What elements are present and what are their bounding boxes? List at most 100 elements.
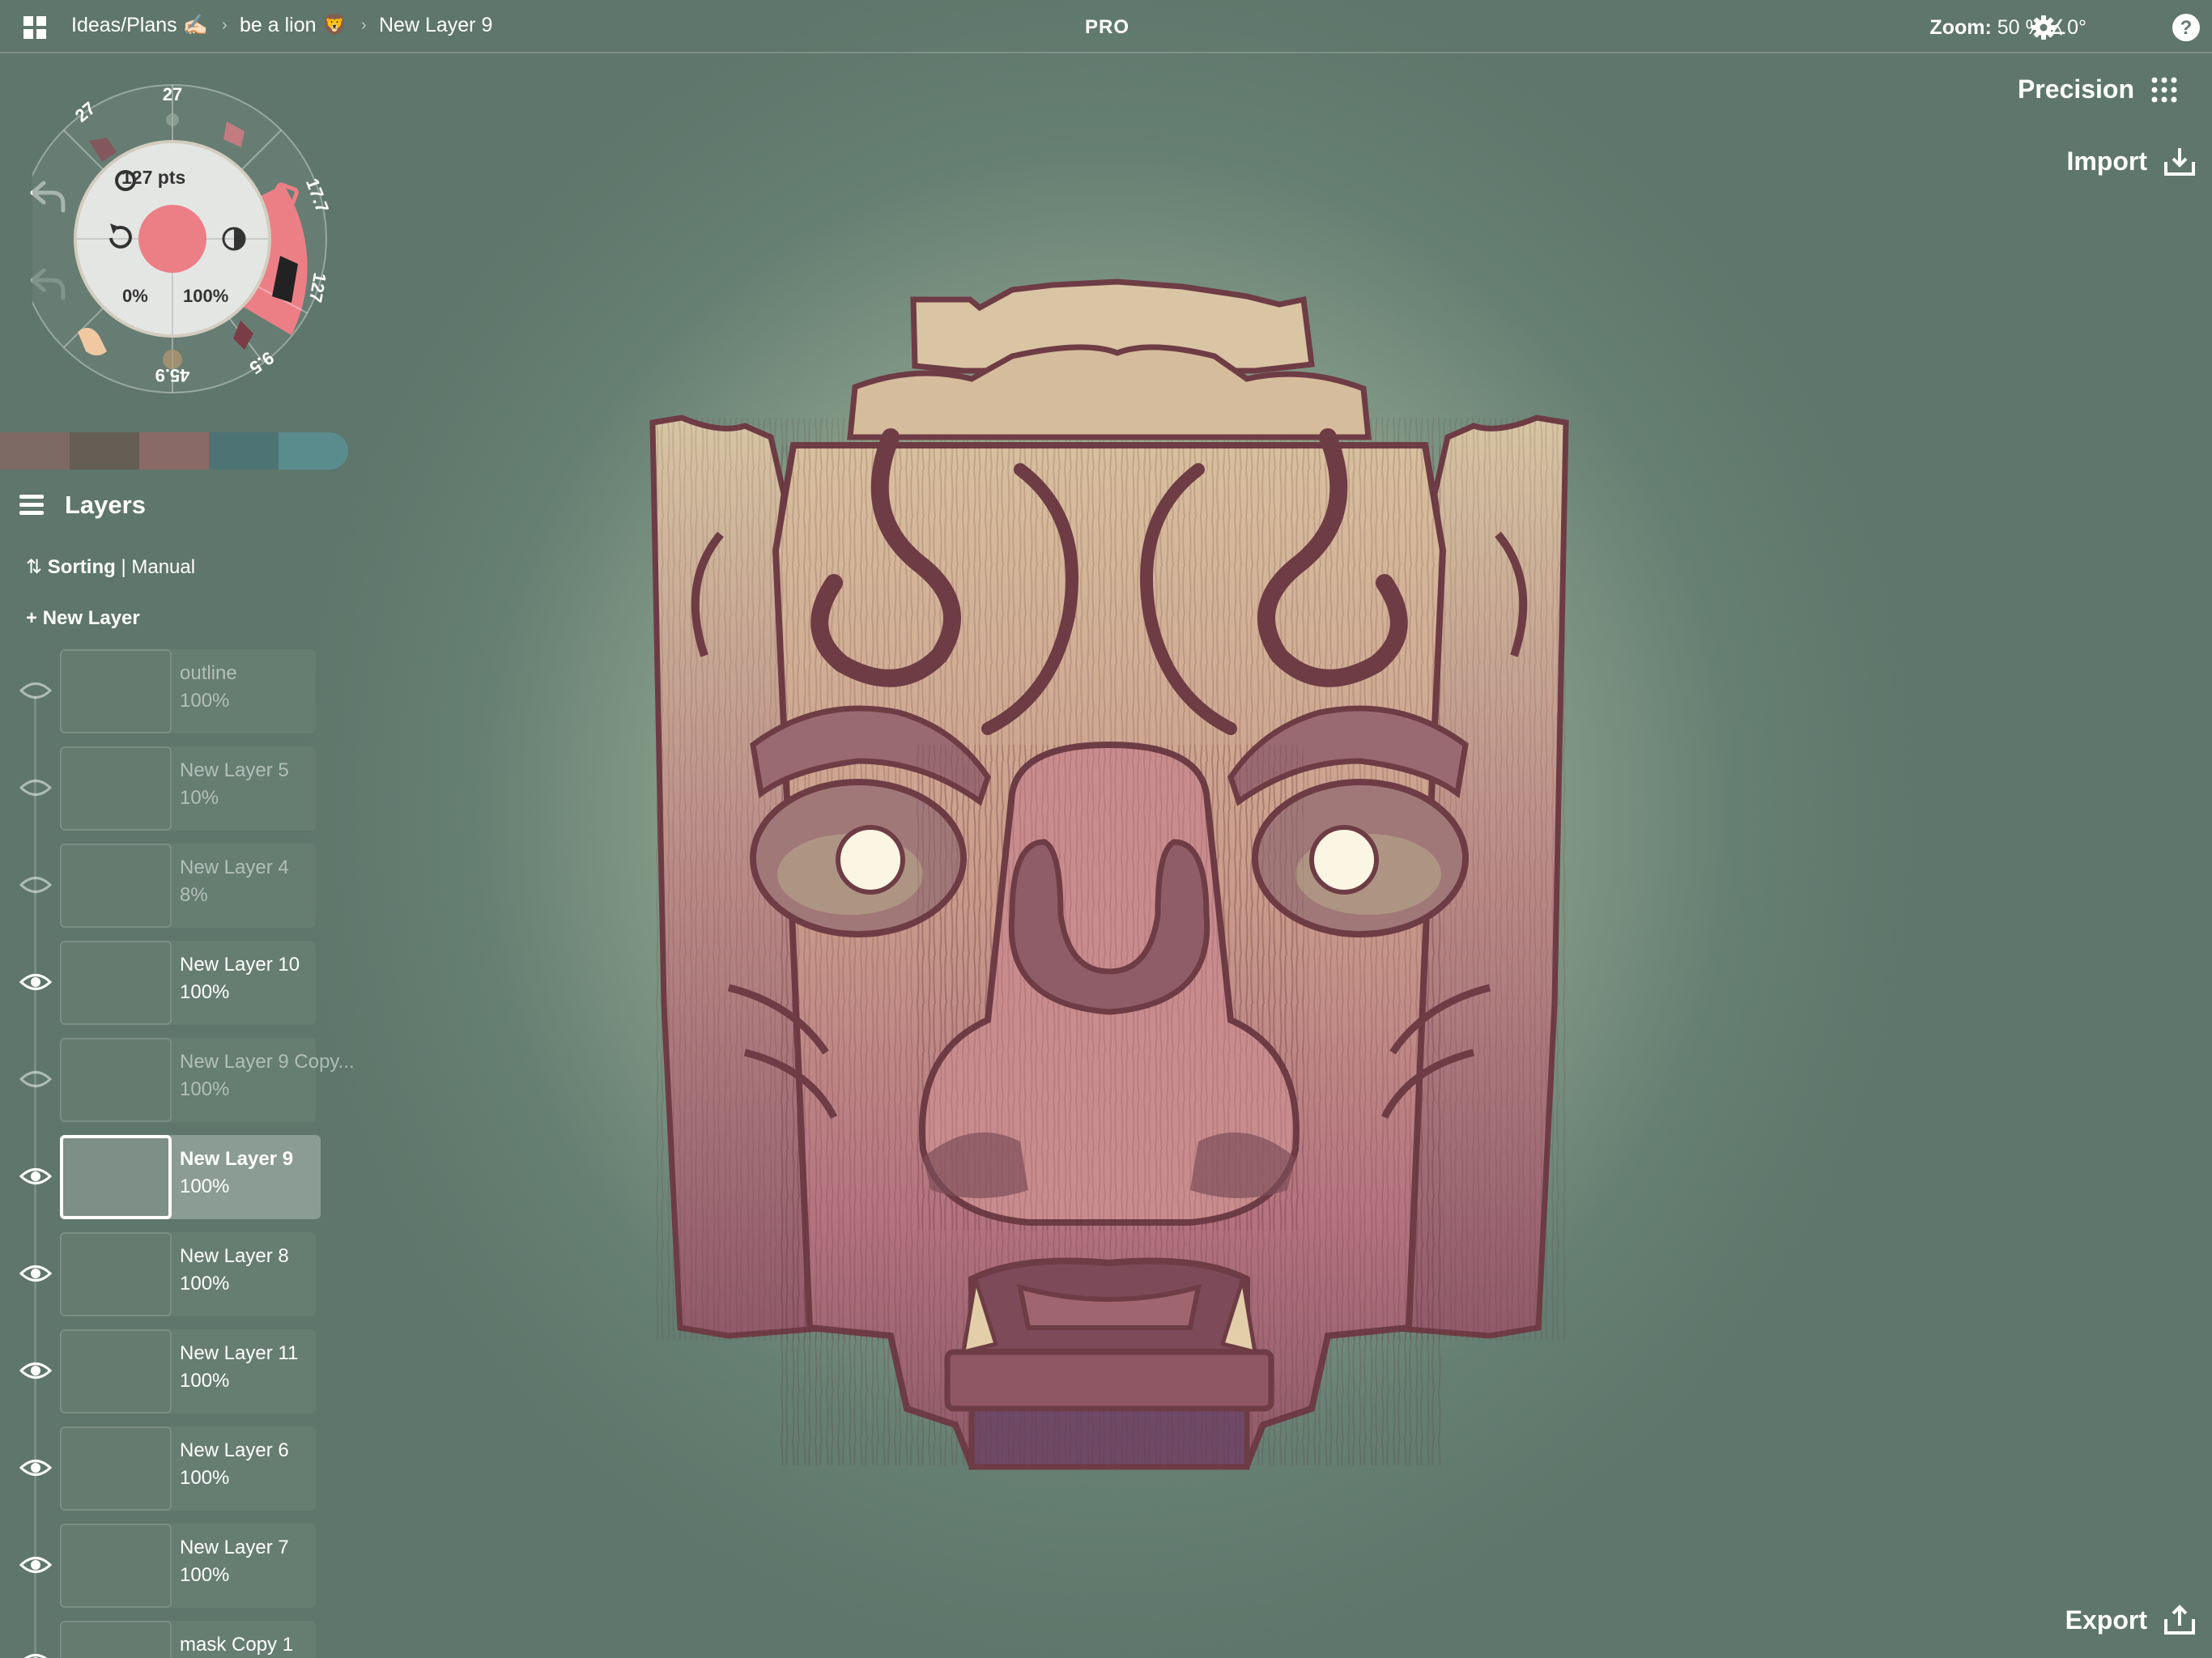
hidden-eye-icon[interactable] — [19, 1069, 52, 1090]
breadcrumb-chevron-icon: › — [222, 16, 228, 34]
layer-name: New Layer 7 — [180, 1537, 289, 1558]
layers-stack-icon — [19, 495, 44, 515]
palette-swatch[interactable] — [139, 432, 209, 470]
layers-header[interactable]: Layers — [18, 491, 146, 520]
sorting-control[interactable]: ⇅ Sorting | Manual — [26, 555, 195, 579]
breadcrumb-layer[interactable]: New Layer 9 — [379, 14, 492, 37]
layer-thumbnail[interactable] — [60, 1329, 172, 1414]
export-icon — [2164, 1605, 2195, 1635]
brush-opacity-max[interactable]: 100% — [183, 286, 228, 307]
layer-thumbnail[interactable] — [60, 1232, 172, 1316]
new-layer-button[interactable]: + New Layer — [26, 607, 140, 630]
hidden-eye-icon[interactable] — [19, 777, 52, 798]
breadcrumb-folder[interactable]: Ideas/Plans ✍🏻 — [71, 14, 208, 37]
export-label: Export — [2065, 1605, 2147, 1635]
plus-icon: + — [26, 607, 38, 629]
layer-name: New Layer 11 — [180, 1342, 299, 1364]
import-icon — [2164, 148, 2195, 176]
visibility-eye-icon[interactable] — [19, 971, 52, 993]
hidden-eye-icon[interactable] — [19, 680, 52, 701]
palette-swatch[interactable] — [70, 432, 139, 470]
canvas-artwork[interactable] — [632, 275, 1587, 1490]
visibility-eye-icon[interactable] — [19, 1360, 52, 1381]
brush-wheel[interactable]: 27 27 17.7 127 9.5 45.9 — [32, 74, 340, 398]
new-layer-label: New Layer — [42, 607, 140, 629]
mask-eye-left — [836, 825, 905, 895]
layer-row[interactable]: New Layer 5 10% — [0, 746, 389, 844]
zoom-readout[interactable]: Zoom: 50 % ∡0° — [1929, 15, 2087, 40]
layer-row[interactable]: New Layer 4 8% — [0, 844, 389, 941]
layer-opacity: 100% — [180, 1175, 230, 1197]
precision-label: Precision — [2017, 74, 2134, 104]
brush-label-top: 27 — [163, 84, 182, 104]
layer-name: mask Copy 1 — [180, 1634, 294, 1656]
brush-size-value[interactable]: 127 pts — [121, 167, 185, 189]
breadcrumb-chevron-icon: › — [361, 16, 367, 34]
layer-row[interactable]: New Layer 11 100% — [0, 1329, 389, 1426]
breadcrumb-drawing[interactable]: be a lion 🦁 — [240, 14, 347, 37]
visibility-eye-icon[interactable] — [19, 1263, 52, 1284]
pro-badge[interactable]: PRO — [1085, 16, 1129, 39]
visibility-eye-icon[interactable] — [19, 1166, 52, 1187]
settings-gear-icon[interactable] — [2031, 15, 2057, 40]
palette-swatch[interactable] — [209, 432, 279, 470]
layer-thumbnail[interactable] — [60, 1426, 172, 1511]
current-color-swatch[interactable] — [138, 205, 206, 273]
precision-grid-icon — [2151, 77, 2177, 102]
layer-name: outline — [180, 662, 237, 684]
layer-row[interactable]: New Layer 8 100% — [0, 1232, 389, 1329]
layer-thumbnail[interactable] — [60, 844, 172, 928]
import-label: Import — [2066, 146, 2147, 176]
precision-button[interactable]: Precision — [2018, 74, 2178, 104]
layer-opacity: 8% — [180, 884, 208, 906]
layer-name: New Layer 6 — [180, 1439, 289, 1461]
visibility-eye-icon[interactable] — [19, 1457, 52, 1478]
help-icon[interactable]: ? — [2172, 13, 2201, 42]
brush-opacity-min[interactable]: 0% — [122, 286, 148, 307]
sorting-label: Sorting — [47, 556, 116, 578]
brush-label-bottom: 45.9 — [155, 365, 190, 385]
layer-thumbnail[interactable] — [60, 746, 172, 831]
layer-opacity: 10% — [180, 787, 219, 809]
layers-title: Layers — [65, 491, 146, 519]
layer-opacity: 100% — [180, 1467, 230, 1489]
layer-name: New Layer 9 — [180, 1148, 294, 1170]
layer-opacity: 100% — [180, 690, 230, 712]
import-button[interactable]: Import — [2066, 146, 2196, 176]
export-button[interactable]: Export — [2065, 1605, 2196, 1635]
layer-name: New Layer 8 — [180, 1245, 289, 1267]
layer-name: New Layer 10 — [180, 954, 300, 976]
layer-thumbnail[interactable] — [60, 1038, 172, 1122]
layer-opacity: 100% — [180, 1273, 230, 1295]
layer-opacity: 100% — [180, 1370, 230, 1392]
zoom-label: Zoom: — [1929, 16, 1992, 39]
layer-opacity: 100% — [180, 1078, 230, 1100]
gallery-grid-icon[interactable] — [23, 15, 47, 40]
palette-swatch[interactable] — [0, 432, 70, 470]
layer-name: New Layer 9 Copy... — [180, 1051, 355, 1073]
svg-text:?: ? — [2180, 17, 2193, 39]
layer-thumbnail[interactable] — [60, 1621, 172, 1658]
layer-thumbnail[interactable] — [60, 1135, 172, 1219]
layer-thumbnail[interactable] — [60, 1524, 172, 1608]
layer-row[interactable]: New Layer 9 100% — [0, 1135, 389, 1232]
layer-name: New Layer 4 — [180, 857, 289, 878]
layer-opacity: 100% — [180, 981, 230, 1003]
layer-thumbnail[interactable] — [60, 941, 172, 1025]
visibility-eye-icon[interactable] — [19, 1554, 52, 1575]
sorting-value: Manual — [131, 556, 196, 578]
top-bar: Ideas/Plans ✍🏻 › be a lion 🦁 › New Layer… — [0, 0, 2212, 53]
layer-row[interactable]: New Layer 10 100% — [0, 941, 389, 1038]
palette-swatch[interactable] — [279, 432, 348, 470]
layer-row[interactable]: outline 100% — [0, 649, 389, 746]
layer-row[interactable]: mask Copy 1 — [0, 1621, 389, 1658]
sort-arrows-icon: ⇅ — [26, 556, 43, 578]
sorting-divider: | — [121, 556, 132, 578]
layer-thumbnail[interactable] — [60, 649, 172, 733]
layer-row[interactable]: New Layer 6 100% — [0, 1426, 389, 1524]
layer-row[interactable]: New Layer 9 Copy... 100% — [0, 1038, 389, 1135]
hidden-eye-icon[interactable] — [19, 874, 52, 895]
layer-row[interactable]: New Layer 7 100% — [0, 1524, 389, 1621]
visibility-eye-icon[interactable] — [19, 1652, 52, 1658]
color-palette — [0, 432, 348, 470]
